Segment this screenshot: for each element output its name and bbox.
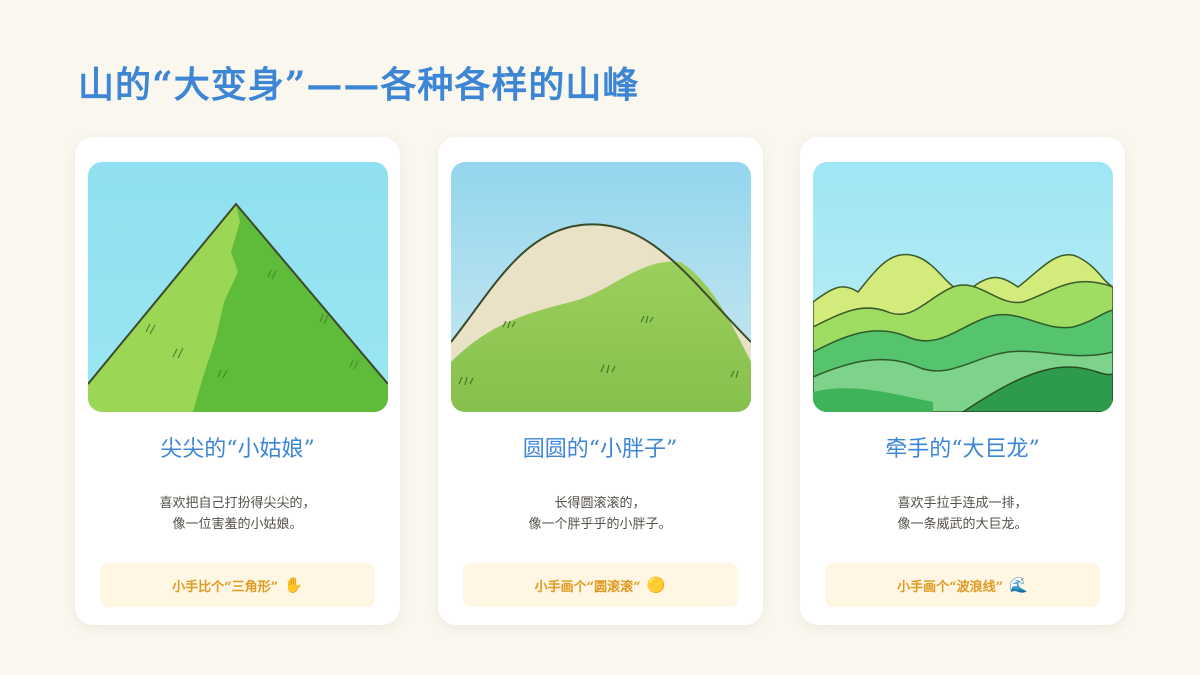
circle-icon: 🟡 [646, 575, 666, 594]
action-wave-button[interactable]: 小手画个“波浪线” 🌊 [825, 563, 1100, 607]
wave-icon: 🌊 [1009, 575, 1028, 594]
card-description: 喜欢手拉手连成一排， 像一条威武的大巨龙。 [800, 493, 1125, 535]
mountain-cards: 尖尖的“小姑娘” 喜欢把自己打扮得尖尖的， 像一位害羞的小姑娘。 小手比个“三角… [75, 137, 1125, 625]
wavy-mountains-icon [813, 162, 1113, 412]
action-label: 小手比个“三角形” [172, 579, 279, 595]
card-title: 尖尖的“小姑娘” [160, 437, 315, 462]
card-desc-line: 喜欢把自己打扮得尖尖的， [159, 496, 316, 511]
card-desc-line: 长得圆滚滚的， [554, 496, 646, 511]
card-description: 喜欢把自己打扮得尖尖的， 像一位害羞的小姑娘。 [75, 493, 400, 535]
card-desc-line: 像一条威武的大巨龙。 [897, 517, 1028, 532]
card-description: 长得圆滚滚的， 像一个胖乎乎的小胖子。 [438, 493, 763, 535]
page-title: 山的“大变身”——各种各样的山峰 [78, 64, 640, 106]
card-desc-line: 像一位害羞的小姑娘。 [172, 517, 303, 532]
card-title: 圆圆的“小胖子” [522, 437, 678, 462]
pointed-mountain-icon [88, 162, 388, 412]
hand-icon: ✋ [284, 575, 303, 594]
card-wavy-mountains: 牵手的“大巨龙” 喜欢手拉手连成一排， 像一条威武的大巨龙。 小手画个“波浪线”… [800, 137, 1125, 625]
action-label: 小手画个“圆滚滚” [534, 579, 641, 595]
card-round-mountain: 圆圆的“小胖子” 长得圆滚滚的， 像一个胖乎乎的小胖子。 小手画个“圆滚滚” 🟡 [437, 137, 763, 625]
wavy-mountain-range-illustration [813, 162, 1113, 412]
pointed-mountain-illustration [88, 162, 388, 412]
action-label: 小手画个“波浪线” [897, 579, 1004, 595]
action-triangle-button[interactable]: 小手比个“三角形” ✋ [100, 563, 375, 607]
card-desc-line: 喜欢手拉手连成一排， [897, 496, 1028, 511]
card-title: 牵手的“大巨龙” [885, 437, 1040, 462]
round-mountain-icon [450, 162, 751, 412]
round-mountain-illustration [450, 162, 751, 412]
action-circle-button[interactable]: 小手画个“圆滚滚” 🟡 [462, 563, 738, 607]
card-pointed-mountain: 尖尖的“小姑娘” 喜欢把自己打扮得尖尖的， 像一位害羞的小姑娘。 小手比个“三角… [75, 137, 400, 625]
card-desc-line: 像一个胖乎乎的小胖子。 [528, 517, 672, 532]
